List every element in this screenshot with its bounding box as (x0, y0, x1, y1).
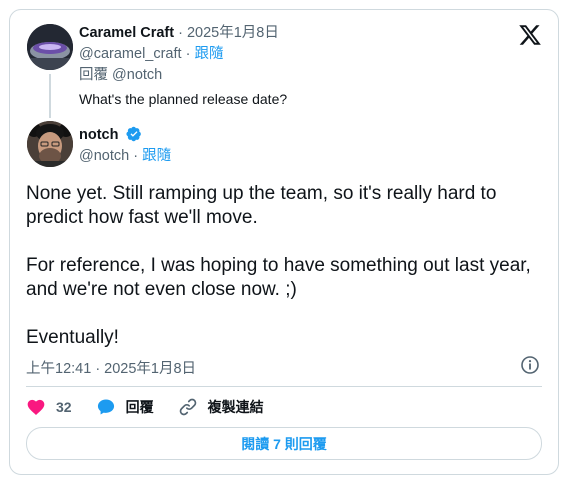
parent-author-handle[interactable]: @caramel_craft (79, 46, 182, 62)
tweet-paragraph: Eventually! (26, 327, 119, 348)
main-handle-row: @notch · 跟隨 (79, 147, 171, 165)
tweet-paragraph: None yet. Still ramping up the team, so … (26, 183, 497, 228)
parent-follow-link[interactable]: 跟隨 (194, 46, 223, 62)
header-separator: · (178, 25, 187, 41)
thread-connector-line (49, 74, 51, 118)
reply-to-label: 回覆 (79, 67, 113, 83)
heart-icon (27, 399, 45, 415)
tweet-embed-card: Caramel Craft · 2025年1月8日 @caramel_craft… (9, 9, 559, 475)
notch-avatar[interactable] (27, 121, 73, 167)
reply-context: 回覆 @notch (79, 66, 162, 84)
info-icon[interactable] (520, 355, 540, 375)
link-icon (179, 398, 196, 416)
tweet-paragraph: For reference, I was hoping to have some… (26, 255, 531, 300)
parent-tweet-header: Caramel Craft · 2025年1月8日 (79, 24, 279, 42)
verified-badge-icon (125, 126, 142, 142)
divider (26, 386, 542, 387)
reply-bubble-icon (97, 399, 114, 415)
like-count: 32 (56, 399, 72, 415)
copy-link-button[interactable]: 複製連結 (178, 397, 264, 417)
main-tweet-header: notch (79, 126, 142, 144)
handle-separator: · (133, 148, 143, 164)
parent-tweet-date[interactable]: 2025年1月8日 (187, 25, 279, 41)
copy-link-label: 複製連結 (207, 399, 264, 415)
parent-tweet-text: What's the planned release date? (79, 91, 288, 107)
main-author-handle[interactable]: @notch (79, 148, 129, 164)
like-button[interactable]: 32 (26, 397, 72, 417)
reply-label: 回覆 (125, 399, 154, 415)
main-follow-link[interactable]: 跟隨 (142, 148, 171, 164)
reply-to-handle[interactable]: @notch (112, 67, 162, 83)
read-replies-button[interactable]: 閱讀 7 則回覆 (26, 427, 542, 460)
parent-author-name[interactable]: Caramel Craft (79, 25, 174, 41)
tweet-timestamp[interactable]: 上午12:41 · 2025年1月8日 (26, 357, 196, 378)
caramel-craft-avatar[interactable] (27, 24, 73, 70)
x-logo-icon[interactable] (518, 23, 542, 47)
reply-button[interactable]: 回覆 (96, 397, 154, 417)
main-author-name[interactable]: notch (79, 127, 118, 143)
parent-handle-row: @caramel_craft · 跟隨 (79, 45, 223, 63)
tweet-actions: 32 回覆 複製連結 (26, 395, 288, 419)
main-tweet-text: None yet. Still ramping up the team, so … (26, 182, 546, 350)
